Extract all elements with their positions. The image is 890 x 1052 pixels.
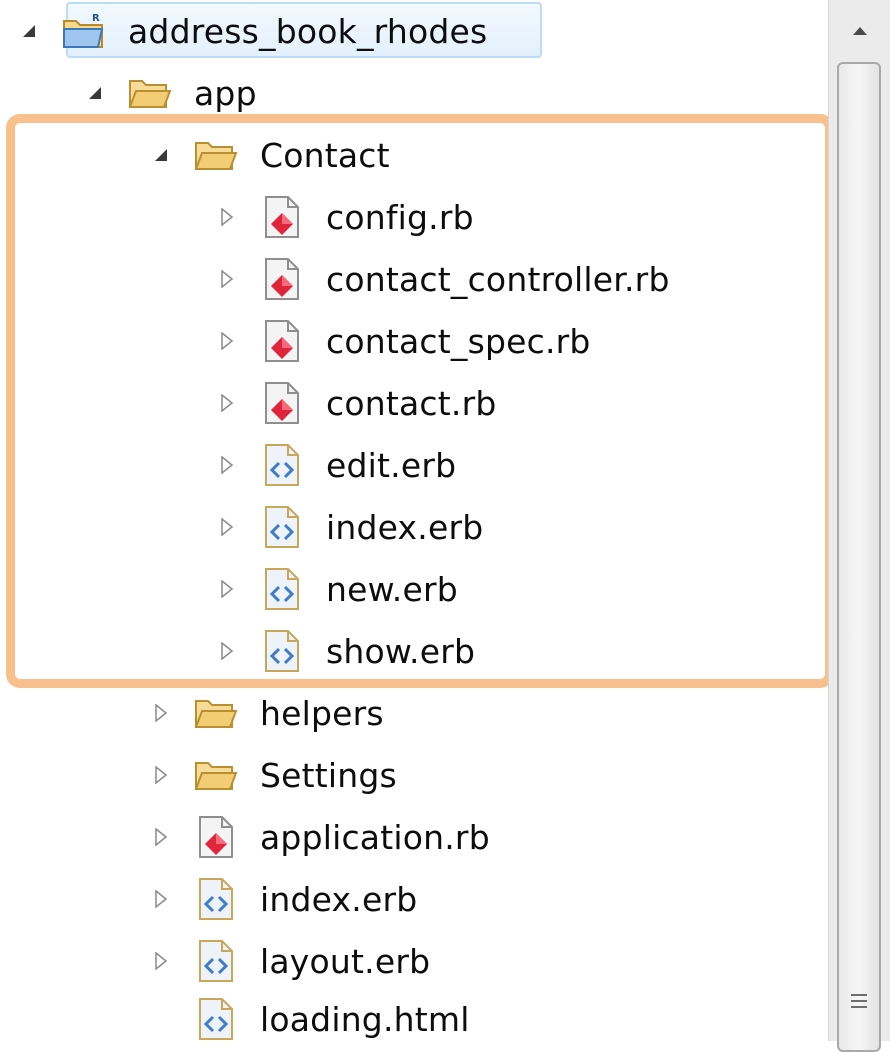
tree-item-contact[interactable]: Contact <box>0 124 828 186</box>
erb-file-icon <box>194 998 238 1040</box>
ruby-file-icon <box>260 382 304 424</box>
tree-item-label: Contact <box>260 135 390 175</box>
erb-file-icon <box>260 444 304 486</box>
ruby-file-icon <box>260 196 304 238</box>
expanded-triangle-icon[interactable] <box>84 82 106 104</box>
tree-item-app[interactable]: app <box>0 62 828 124</box>
vertical-scrollbar[interactable] <box>828 0 890 1052</box>
tree-item-label: contact.rb <box>326 383 497 423</box>
tree-item-label: contact_controller.rb <box>326 259 670 299</box>
tree-item-root[interactable]: R address_book_rhodes <box>0 0 828 62</box>
tree-item-settings[interactable]: Settings <box>0 744 828 806</box>
collapsed-triangle-icon[interactable] <box>216 640 238 662</box>
tree-item-contact-rb[interactable]: contact.rb <box>0 372 828 434</box>
tree-item-label: index.erb <box>326 507 484 547</box>
erb-file-icon <box>260 506 304 548</box>
tree-item-label: new.erb <box>326 569 458 609</box>
tree-item-layout-erb[interactable]: layout.erb <box>0 930 828 992</box>
tree-item-label: show.erb <box>326 631 476 671</box>
scroll-thumb[interactable] <box>837 62 881 1052</box>
tree-item-label: index.erb <box>260 879 418 919</box>
erb-file-icon <box>194 878 238 920</box>
collapsed-triangle-icon[interactable] <box>150 888 172 910</box>
erb-file-icon <box>260 630 304 672</box>
svg-text:R: R <box>92 13 100 24</box>
tree-item-helpers[interactable]: helpers <box>0 682 828 744</box>
scroll-up-arrow-icon <box>853 27 867 35</box>
collapsed-triangle-icon[interactable] <box>150 702 172 724</box>
folder-open-icon <box>194 755 238 795</box>
ruby-file-icon <box>194 816 238 858</box>
tree-item-config-rb[interactable]: config.rb <box>0 186 828 248</box>
tree-item-application-rb[interactable]: application.rb <box>0 806 828 868</box>
tree-item-label: Settings <box>260 755 397 795</box>
erb-file-icon <box>260 568 304 610</box>
folder-open-icon <box>194 693 238 733</box>
folder-open-icon <box>194 135 238 175</box>
tree-item-label: loading.html <box>260 999 470 1039</box>
tree-item-label: application.rb <box>260 817 490 857</box>
tree-item-show-erb[interactable]: show.erb <box>0 620 828 682</box>
collapsed-triangle-icon[interactable] <box>150 764 172 786</box>
expanded-triangle-icon[interactable] <box>150 144 172 166</box>
tree-item-edit-erb[interactable]: edit.erb <box>0 434 828 496</box>
collapsed-triangle-icon[interactable] <box>216 330 238 352</box>
ruby-file-icon <box>260 258 304 300</box>
collapsed-triangle-icon[interactable] <box>216 206 238 228</box>
collapsed-triangle-icon[interactable] <box>216 268 238 290</box>
collapsed-triangle-icon[interactable] <box>216 454 238 476</box>
tree-item-index-erb[interactable]: index.erb <box>0 496 828 558</box>
scroll-up-button[interactable] <box>829 0 890 62</box>
folder-open-icon <box>128 73 172 113</box>
project-folder-icon: R <box>62 11 106 51</box>
tree-item-label: contact_spec.rb <box>326 321 591 361</box>
collapsed-triangle-icon[interactable] <box>150 950 172 972</box>
tree-item-label: address_book_rhodes <box>128 11 488 51</box>
tree-item-app-index-erb[interactable]: index.erb <box>0 868 828 930</box>
grip-icon <box>851 994 867 1008</box>
project-explorer-tree: R address_book_rhodes app Contact config… <box>0 0 834 1041</box>
tree-item-label: config.rb <box>326 197 474 237</box>
collapsed-triangle-icon[interactable] <box>216 516 238 538</box>
collapsed-triangle-icon[interactable] <box>216 578 238 600</box>
tree-item-contact-controller-rb[interactable]: contact_controller.rb <box>0 248 828 310</box>
collapsed-triangle-icon[interactable] <box>150 826 172 848</box>
tree-item-label: edit.erb <box>326 445 457 485</box>
ruby-file-icon <box>260 320 304 362</box>
tree-item-label: app <box>194 73 257 113</box>
tree-item-label: layout.erb <box>260 941 431 981</box>
erb-file-icon <box>194 940 238 982</box>
tree-item-new-erb[interactable]: new.erb <box>0 558 828 620</box>
tree-item-label: helpers <box>260 693 384 733</box>
no-twisty-spacer <box>150 1008 172 1030</box>
tree-item-contact-spec-rb[interactable]: contact_spec.rb <box>0 310 828 372</box>
collapsed-triangle-icon[interactable] <box>216 392 238 414</box>
expanded-triangle-icon[interactable] <box>18 20 40 42</box>
